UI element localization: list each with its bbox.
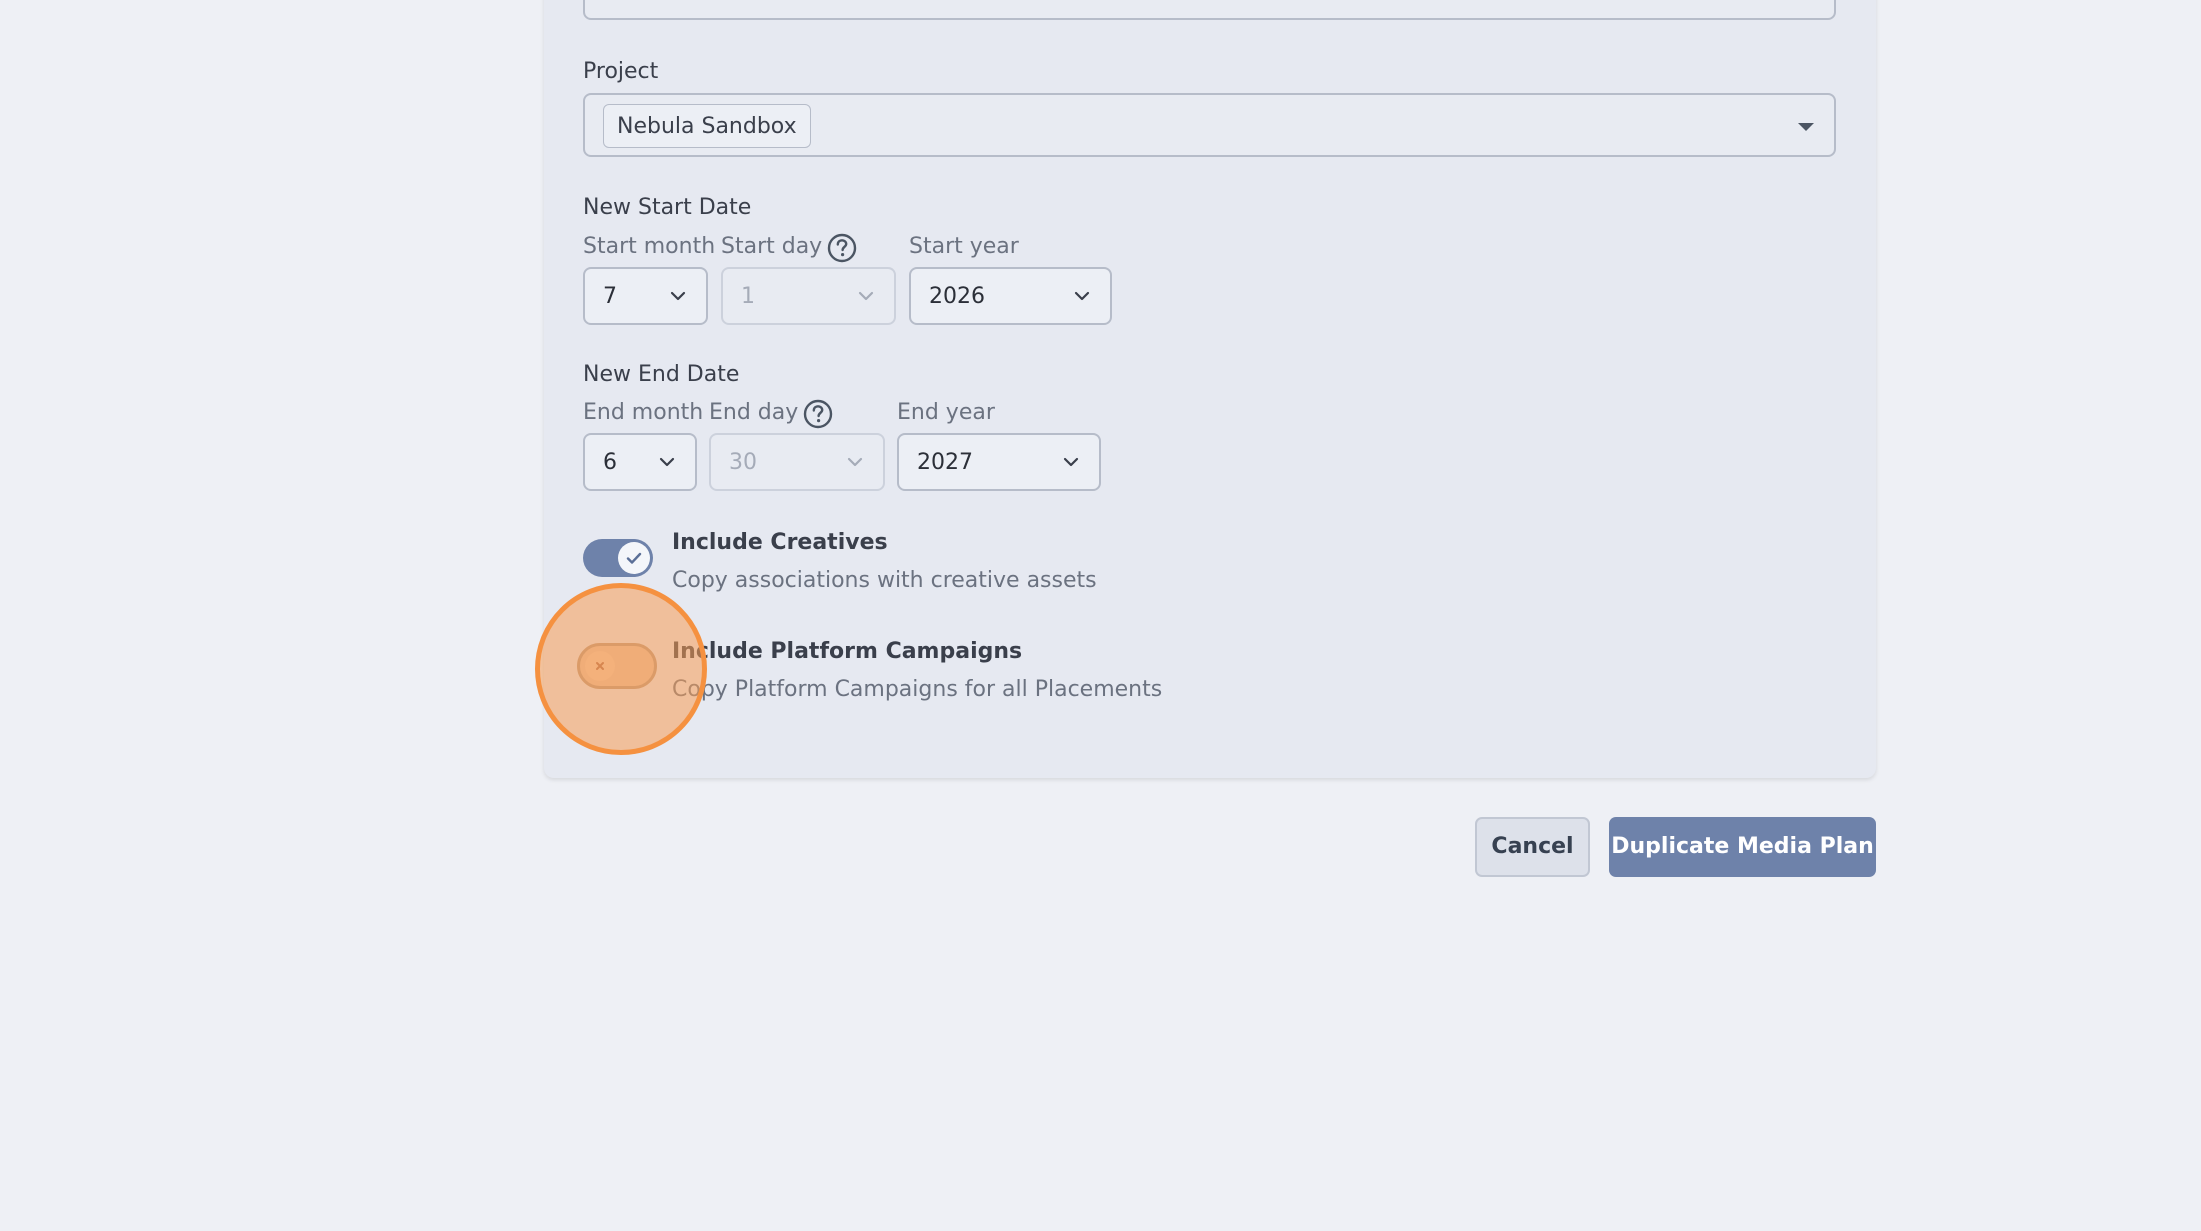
chevron-down-icon — [659, 457, 675, 467]
include-platform-campaigns-description: Copy Platform Campaigns for all Placemen… — [672, 677, 1163, 702]
end-day-value: 30 — [729, 450, 757, 475]
chevron-down-icon — [1074, 291, 1090, 301]
start-day-select[interactable]: 1 — [721, 267, 896, 325]
project-select[interactable]: Nebula Sandbox — [583, 93, 1836, 157]
start-year-select[interactable]: 2026 — [909, 267, 1112, 325]
cancel-button[interactable]: Cancel — [1475, 817, 1590, 877]
include-platform-campaigns-title: Include Platform Campaigns — [672, 639, 1023, 664]
end-day-select[interactable]: 30 — [709, 433, 885, 491]
help-icon[interactable] — [803, 399, 833, 429]
check-icon — [626, 552, 642, 564]
duplicate-media-plan-button[interactable]: Duplicate Media Plan — [1609, 817, 1876, 877]
include-creatives-description: Copy associations with creative assets — [672, 568, 1097, 593]
end-month-label: End month — [583, 400, 704, 425]
end-year-value: 2027 — [917, 450, 973, 475]
chevron-down-icon — [670, 291, 686, 301]
start-year-value: 2026 — [929, 284, 985, 309]
end-date-label: New End Date — [583, 362, 740, 387]
start-day-label: Start day — [721, 234, 823, 259]
click-highlight-indicator — [535, 583, 707, 755]
end-year-label: End year — [897, 400, 995, 425]
end-day-label: End day — [709, 400, 799, 425]
end-month-select[interactable]: 6 — [583, 433, 697, 491]
help-icon[interactable] — [827, 233, 857, 263]
end-year-select[interactable]: 2027 — [897, 433, 1101, 491]
id-input[interactable]: 123456 — [583, 0, 1836, 20]
start-month-label: Start month — [583, 234, 716, 259]
include-creatives-toggle[interactable] — [583, 539, 653, 577]
chevron-down-icon — [858, 291, 874, 301]
caret-down-icon[interactable] — [1798, 123, 1814, 131]
start-month-select[interactable]: 7 — [583, 267, 708, 325]
include-creatives-title: Include Creatives — [672, 530, 888, 555]
end-month-value: 6 — [603, 450, 617, 475]
start-date-label: New Start Date — [583, 195, 752, 220]
start-day-value: 1 — [741, 284, 755, 309]
project-label: Project — [583, 59, 659, 84]
toggle-knob — [618, 542, 650, 574]
project-chip[interactable]: Nebula Sandbox — [603, 104, 811, 148]
start-year-label: Start year — [909, 234, 1019, 259]
chevron-down-icon — [847, 457, 863, 467]
chevron-down-icon — [1063, 457, 1079, 467]
start-month-value: 7 — [603, 284, 617, 309]
